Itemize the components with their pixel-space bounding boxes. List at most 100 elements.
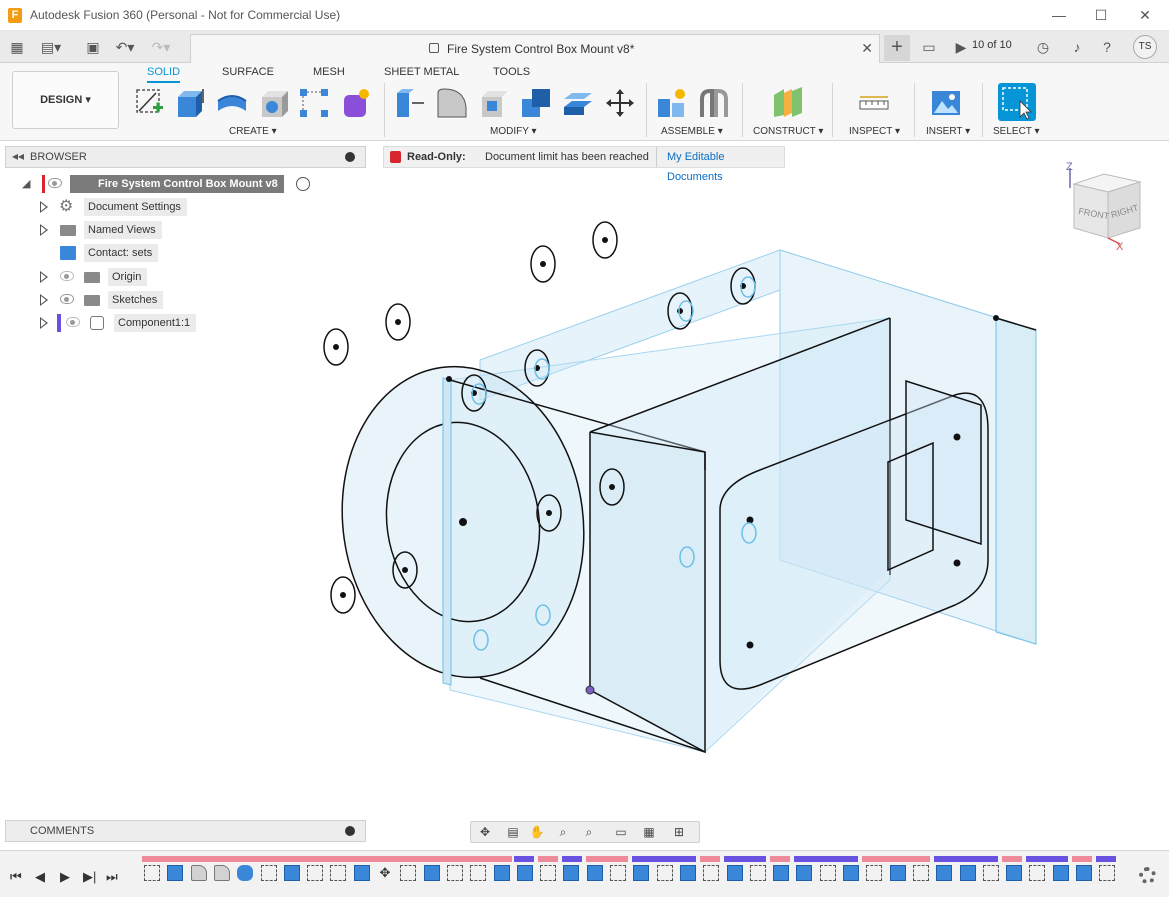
timeline-sketch-icon[interactable] xyxy=(819,865,836,881)
timeline-first-icon[interactable]: ⏮ xyxy=(10,869,22,885)
timeline-extrude-icon[interactable] xyxy=(516,865,533,881)
new-tab-button[interactable]: + xyxy=(884,35,910,61)
browser-panel-header[interactable]: ◂◂ BROWSER xyxy=(5,146,366,168)
hole-icon[interactable] xyxy=(258,87,290,119)
add-comment-icon[interactable] xyxy=(345,826,355,836)
tab-sheet-metal[interactable]: SHEET METAL xyxy=(384,66,459,78)
timeline-combine-icon[interactable] xyxy=(586,865,603,881)
expand-triangle-icon[interactable] xyxy=(40,294,48,306)
collapse-browser-icon[interactable]: ◂◂ xyxy=(12,149,24,163)
timeline-sketch-icon[interactable] xyxy=(1029,865,1046,881)
browser-root-node[interactable]: ◢ Fire System Control Box Mount v8 xyxy=(18,175,318,193)
select-icon[interactable] xyxy=(998,83,1036,121)
notification-bell-icon[interactable]: ♪ xyxy=(1066,37,1088,57)
timeline-fillet-icon[interactable] xyxy=(190,865,207,881)
tab-solid[interactable]: SOLID xyxy=(147,66,181,83)
browser-item-component1[interactable]: Component1:1 xyxy=(38,314,258,332)
undo-icon[interactable]: ↶▾ xyxy=(114,37,136,57)
timeline-extrude-icon[interactable] xyxy=(1006,865,1023,881)
clock-icon[interactable]: ◷ xyxy=(1032,37,1054,57)
shell-icon[interactable] xyxy=(478,87,510,119)
timeline-sketch-icon[interactable] xyxy=(1099,865,1116,881)
move-icon[interactable] xyxy=(604,87,636,119)
timeline-extrude-icon[interactable] xyxy=(1052,865,1069,881)
timeline-sketch-icon[interactable] xyxy=(610,865,626,881)
minimize-button[interactable]: — xyxy=(1044,4,1074,26)
pattern-icon[interactable] xyxy=(298,87,330,119)
grid-icon[interactable]: ▦ xyxy=(641,825,657,839)
save-icon[interactable]: ▣ xyxy=(82,37,104,57)
browser-item-origin[interactable]: Origin xyxy=(38,268,238,286)
hidden-eye-icon[interactable] xyxy=(60,271,74,281)
visibility-eye-icon[interactable] xyxy=(60,294,74,304)
file-menu-icon[interactable]: ▤▾ xyxy=(40,37,62,57)
browser-item-contact-sets[interactable]: Contact: sets xyxy=(38,244,238,262)
offset-plane-icon[interactable] xyxy=(772,87,804,119)
chat-icon[interactable]: ▭ xyxy=(918,37,940,57)
press-pull-icon[interactable] xyxy=(394,87,426,119)
document-tab[interactable]: Fire System Control Box Mount v8* ✕ xyxy=(190,34,880,63)
timeline-last-icon[interactable]: ⏭ xyxy=(106,869,118,885)
expand-triangle-icon[interactable] xyxy=(40,317,48,329)
timeline-sketch-icon[interactable] xyxy=(470,865,487,881)
comments-panel[interactable]: COMMENTS xyxy=(5,820,366,842)
redo-icon[interactable]: ↷▾ xyxy=(150,37,172,57)
timeline-sketch-icon[interactable] xyxy=(749,865,766,881)
my-editable-documents-link[interactable]: My Editable Documents xyxy=(656,147,784,183)
timeline-extrude-icon[interactable] xyxy=(563,865,580,881)
browser-item-named-views[interactable]: Named Views xyxy=(38,221,238,239)
tab-tools[interactable]: TOOLS xyxy=(493,66,530,78)
timeline-extrude-icon[interactable] xyxy=(1076,865,1092,881)
insert-image-icon[interactable] xyxy=(930,87,962,119)
expand-triangle-icon[interactable] xyxy=(40,224,48,236)
modify-group-label[interactable]: MODIFY ▾ xyxy=(490,126,537,137)
timeline-previous-icon[interactable]: ◀ xyxy=(35,869,45,885)
timeline-extrude-icon[interactable] xyxy=(796,865,813,881)
model-viewport-canvas[interactable] xyxy=(300,172,1169,812)
measure-icon[interactable] xyxy=(858,87,890,119)
timeline-sketch-icon[interactable] xyxy=(330,865,347,881)
offset-face-icon[interactable] xyxy=(562,87,594,119)
timeline-play-icon[interactable]: ▶ xyxy=(60,869,70,885)
timeline-sketch-icon[interactable] xyxy=(446,865,463,881)
create-sketch-icon[interactable] xyxy=(134,87,166,119)
joint-icon[interactable] xyxy=(698,87,730,119)
viewports-icon[interactable]: ⊞ xyxy=(671,825,687,839)
fillet-icon[interactable] xyxy=(436,87,468,119)
timeline-extrude-icon[interactable] xyxy=(283,865,300,881)
timeline-sketch-icon[interactable] xyxy=(866,865,883,881)
tab-surface[interactable]: SURFACE xyxy=(222,66,274,78)
timeline-sketch-icon[interactable] xyxy=(307,865,324,881)
timeline-cylinder-icon[interactable] xyxy=(237,865,254,881)
expand-triangle-icon[interactable] xyxy=(40,271,48,283)
zoom-icon[interactable]: ⌕ xyxy=(555,825,571,839)
browser-minimize-icon[interactable] xyxy=(345,152,355,162)
view-cube[interactable]: Z FRONT RIGHT X xyxy=(1062,158,1152,254)
job-status-icon[interactable]: ▶ xyxy=(950,37,972,57)
timeline-extrude-icon[interactable] xyxy=(353,865,370,881)
timeline-hole-icon[interactable] xyxy=(959,865,976,881)
revolve-icon[interactable] xyxy=(216,87,248,119)
timeline-extrude-icon[interactable] xyxy=(843,865,859,881)
timeline-settings-gear-icon[interactable] xyxy=(1139,867,1156,884)
timeline-move-icon[interactable]: ✥ xyxy=(377,865,393,881)
insert-group-label[interactable]: INSERT ▾ xyxy=(926,126,970,137)
data-panel-grid-icon[interactable]: ▦ xyxy=(6,37,28,57)
timeline-sketch-icon[interactable] xyxy=(982,865,999,881)
timeline-sketch-icon[interactable] xyxy=(912,865,929,881)
timeline-sketch-icon[interactable] xyxy=(540,865,557,881)
hidden-eye-icon[interactable] xyxy=(66,317,80,327)
collapse-triangle-icon[interactable]: ◢ xyxy=(22,177,30,190)
timeline-extrude-icon[interactable] xyxy=(679,865,696,881)
timeline-next-icon[interactable]: ▶| xyxy=(83,869,96,885)
browser-item-document-settings[interactable]: ⚙ Document Settings xyxy=(38,198,238,216)
tab-mesh[interactable]: MESH xyxy=(313,66,345,78)
new-component-icon[interactable] xyxy=(656,87,688,119)
timeline-pattern-icon[interactable] xyxy=(726,865,743,881)
timeline-extrude-icon[interactable] xyxy=(889,865,906,881)
timeline-extrude-icon[interactable] xyxy=(773,865,790,881)
display-settings-icon[interactable]: ▭ xyxy=(613,825,629,839)
timeline-sketch-icon[interactable] xyxy=(656,865,673,881)
extrude-icon[interactable] xyxy=(174,87,206,119)
close-window-button[interactable]: ✕ xyxy=(1130,4,1160,26)
